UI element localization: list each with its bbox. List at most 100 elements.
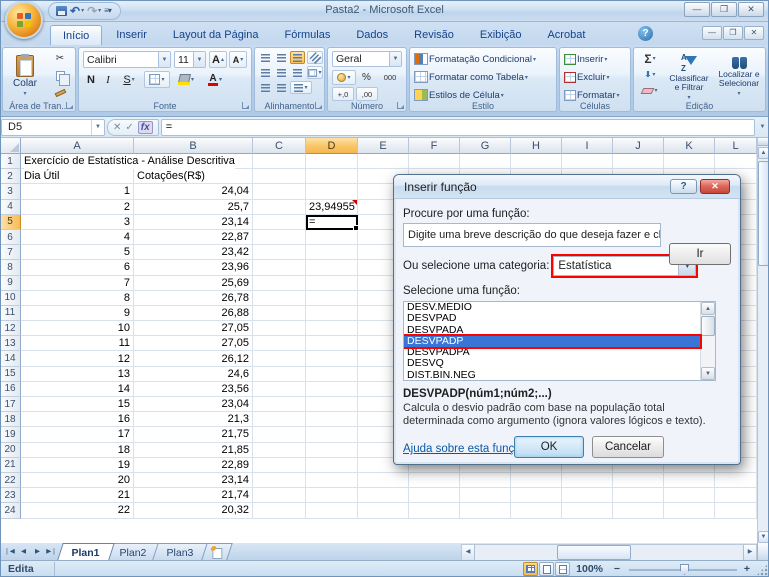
cell-A14[interactable]: 12 [21,351,134,366]
font-color-button[interactable]: A▾ [202,71,228,88]
scroll-down-icon[interactable]: ▼ [701,367,715,380]
cell-B18[interactable]: 21,3 [134,412,253,427]
cell-L22[interactable] [715,473,757,488]
scroll-left-icon[interactable]: ◀ [462,545,475,560]
page-break-view-button[interactable] [555,562,570,576]
cell-D1[interactable] [306,154,358,169]
fill-button[interactable]: ⬇▾ [638,67,662,82]
row-header-15[interactable]: 15 [0,367,21,382]
col-header-J[interactable]: J [613,138,664,154]
cell-D18[interactable] [306,412,358,427]
cell-B23[interactable]: 21,74 [134,488,253,503]
minimize-button[interactable]: — [684,2,710,17]
cell-C1[interactable] [253,154,306,169]
cell-B6[interactable]: 22,87 [134,230,253,245]
cell-K23[interactable] [664,488,715,503]
cell-E1[interactable] [358,154,409,169]
save-button[interactable] [56,6,67,16]
cell-L24[interactable] [715,503,757,518]
select-all-corner[interactable] [0,138,21,154]
tab-split-handle[interactable] [757,543,769,560]
resize-grip[interactable] [756,564,768,576]
italic-button[interactable]: I [100,71,116,88]
cell-C14[interactable] [253,351,306,366]
cell-C8[interactable] [253,260,306,275]
row-header-19[interactable]: 19 [0,427,21,442]
cell-K1[interactable] [664,154,715,169]
ribbon-tab-inicio[interactable]: Início [50,25,102,45]
copy-button[interactable] [47,68,73,83]
cell-D2[interactable] [306,169,358,184]
row-header-18[interactable]: 18 [0,412,21,427]
cell-B9[interactable]: 25,69 [134,276,253,291]
increase-decimal-button[interactable]: +,0 [332,87,354,101]
row-header-9[interactable]: 9 [0,276,21,291]
cell-D5[interactable]: = [306,215,358,230]
row-header-21[interactable]: 21 [0,458,21,473]
cell-C15[interactable] [253,367,306,382]
function-item-desvpadpa[interactable]: DESVPADPA [404,347,700,358]
cell-C10[interactable] [253,291,306,306]
align-bottom-button[interactable] [290,51,305,64]
cell-E22[interactable] [358,473,409,488]
cell-A24[interactable]: 22 [21,503,134,518]
cancel-button[interactable]: Cancelar [592,436,664,458]
cell-I24[interactable] [562,503,613,518]
cell-C11[interactable] [253,306,306,321]
ribbon-tab-revisao[interactable]: Revisão [402,25,466,45]
cell-B10[interactable]: 26,78 [134,291,253,306]
cell-A22[interactable]: 20 [21,473,134,488]
col-header-I[interactable]: I [562,138,613,154]
cell-D9[interactable] [306,276,358,291]
align-top-button[interactable] [258,51,273,64]
cell-B8[interactable]: 23,96 [134,260,253,275]
font-size-combo[interactable]: 11▼ [174,51,206,68]
cell-C16[interactable] [253,382,306,397]
cell-A4[interactable]: 2 [21,200,134,215]
underline-button[interactable]: S▾ [117,71,141,88]
cell-E23[interactable] [358,488,409,503]
alignment-dialog-launcher[interactable] [315,102,322,109]
comma-style-button[interactable]: 000 [377,70,403,85]
workbook-restore-button[interactable]: ❐ [723,26,743,40]
sort-filter-button[interactable]: AZ Classificar e Filtrar ▾ [665,50,713,103]
cell-B19[interactable]: 21,75 [134,427,253,442]
cell-F23[interactable] [409,488,460,503]
clear-button[interactable]: ▾ [638,83,662,98]
next-sheet-icon[interactable]: ▶ [31,545,44,558]
cell-A7[interactable]: 5 [21,245,134,260]
autosum-button[interactable]: Σ▾ [638,51,662,66]
vertical-scroll-thumb[interactable] [758,161,769,266]
shrink-font-button[interactable]: A▾ [229,51,247,68]
cell-F1[interactable] [409,154,460,169]
col-header-K[interactable]: K [664,138,715,154]
cell-D12[interactable] [306,321,358,336]
cell-B24[interactable]: 20,32 [134,503,253,518]
cell-G1[interactable] [460,154,511,169]
scroll-down-icon[interactable]: ▼ [758,531,769,543]
page-layout-view-button[interactable] [539,562,554,576]
cell-J23[interactable] [613,488,664,503]
col-header-B[interactable]: B [134,138,253,154]
cell-L1[interactable] [715,154,757,169]
col-header-E[interactable]: E [358,138,409,154]
function-item-dist-bin-neg[interactable]: DIST.BIN.NEG [404,370,700,381]
row-header-5[interactable]: 5 [0,215,21,230]
cell-C7[interactable] [253,245,306,260]
row-header-13[interactable]: 13 [0,336,21,351]
align-middle-button[interactable] [274,51,289,64]
sheet-tab-plan3[interactable]: Plan3 [152,543,208,560]
cell-D11[interactable] [306,306,358,321]
cell-C4[interactable] [253,200,306,215]
cell-A18[interactable]: 16 [21,412,134,427]
cell-L23[interactable] [715,488,757,503]
cell-K24[interactable] [664,503,715,518]
cell-C18[interactable] [253,412,306,427]
cell-A20[interactable]: 18 [21,443,134,458]
ribbon-tab-exibicao[interactable]: Exibição [468,25,534,45]
row-header-20[interactable]: 20 [0,443,21,458]
cell-D6[interactable] [306,230,358,245]
function-item-desvpadp[interactable]: DESVPADP [404,336,700,347]
cell-D7[interactable] [306,245,358,260]
cell-D17[interactable] [306,397,358,412]
